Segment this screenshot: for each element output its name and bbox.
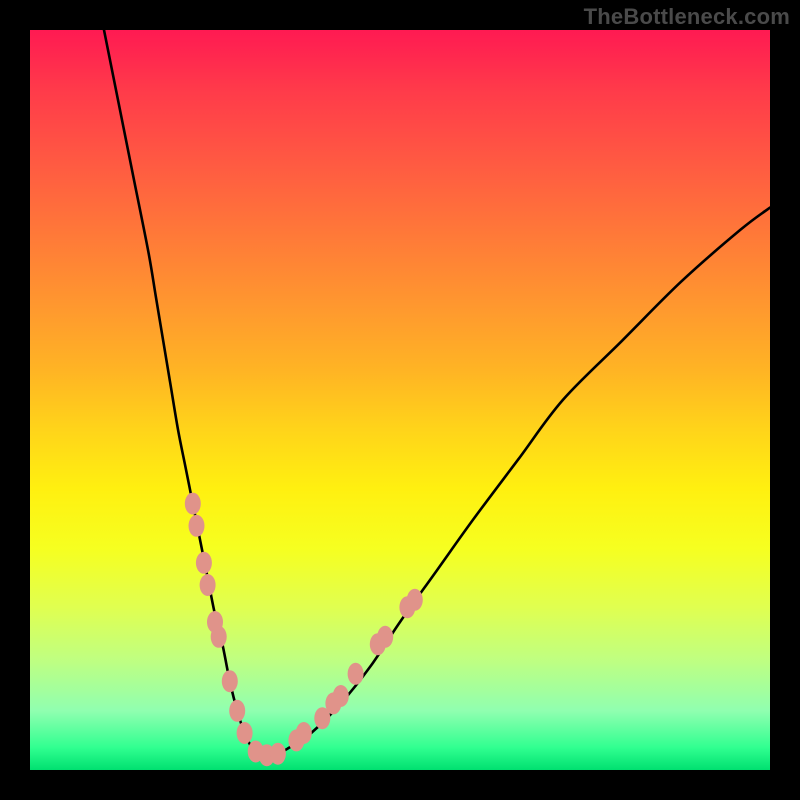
bottleneck-curve: [104, 30, 770, 756]
data-marker: [189, 515, 205, 537]
data-marker: [229, 700, 245, 722]
data-marker: [200, 574, 216, 596]
data-marker: [237, 722, 253, 744]
data-marker: [270, 743, 286, 765]
watermark-text: TheBottleneck.com: [584, 4, 790, 30]
plot-area: [30, 30, 770, 770]
data-marker: [377, 626, 393, 648]
data-marker: [407, 589, 423, 611]
data-marker: [196, 552, 212, 574]
marker-group: [185, 493, 423, 767]
data-marker: [296, 722, 312, 744]
chart-svg: [30, 30, 770, 770]
data-marker: [185, 493, 201, 515]
data-marker: [211, 626, 227, 648]
chart-frame: TheBottleneck.com: [0, 0, 800, 800]
data-marker: [222, 670, 238, 692]
data-marker: [348, 663, 364, 685]
data-marker: [333, 685, 349, 707]
